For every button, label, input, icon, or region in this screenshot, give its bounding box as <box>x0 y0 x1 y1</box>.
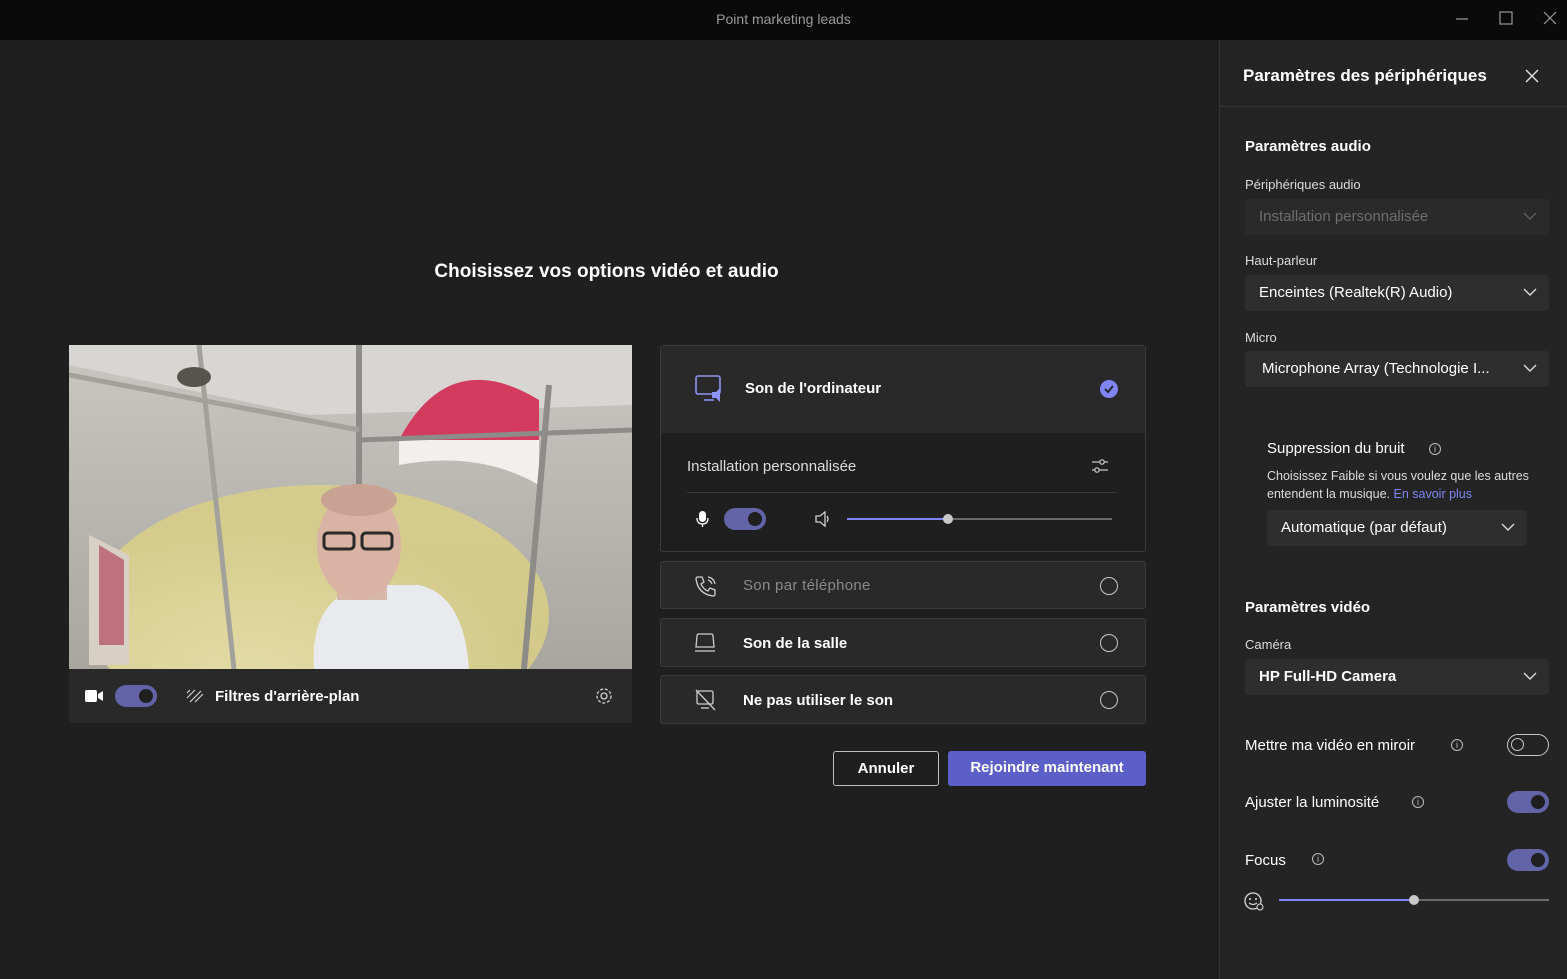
chevron-down-icon <box>1523 364 1537 372</box>
noise-suppression-title: Suppression du bruit <box>1267 440 1405 457</box>
speaker-icon <box>815 510 829 528</box>
video-preview <box>69 345 632 669</box>
maximize-button[interactable] <box>1494 8 1518 30</box>
microphone-icon <box>696 511 709 527</box>
window-title: Point marketing leads <box>716 11 851 27</box>
phone-audio-label: Son par téléphone <box>743 577 871 594</box>
audio-devices-select: Installation personnalisée <box>1245 199 1549 235</box>
video-section-title: Paramètres vidéo <box>1245 599 1371 616</box>
room-audio-label: Son de la salle <box>743 635 848 652</box>
learn-more-link[interactable]: En savoir plus <box>1394 487 1473 501</box>
mirror-toggle[interactable] <box>1507 734 1549 756</box>
speaker-volume-fill <box>847 518 948 520</box>
camera-toggle[interactable] <box>115 685 157 707</box>
device-settings-panel: Paramètres des périphériques Paramètres … <box>1219 40 1567 979</box>
speaker-label: Haut-parleur <box>1245 253 1318 268</box>
info-icon[interactable]: i <box>1312 853 1324 865</box>
microphone-toggle[interactable] <box>724 508 766 530</box>
prejoin-area: Choisissez vos options vidéo et audio Fi… <box>0 40 1219 979</box>
custom-setup-label: Installation personnalisée <box>687 458 857 475</box>
close-panel-icon[interactable] <box>1524 68 1540 84</box>
no-audio-radio[interactable] <box>1100 691 1118 709</box>
focus-level-fill <box>1279 899 1414 901</box>
background-filters-icon <box>186 689 204 703</box>
soft-focus-icon <box>1244 892 1264 911</box>
brightness-toggle[interactable] <box>1507 791 1549 813</box>
settings-sliders-icon[interactable] <box>1091 457 1109 475</box>
title-bar: Point marketing leads <box>0 0 1567 40</box>
audio-devices-label: Périphériques audio <box>1245 177 1361 192</box>
chevron-down-icon <box>1523 212 1537 220</box>
room-device-icon <box>695 633 715 652</box>
panel-divider <box>1220 106 1567 107</box>
camera-icon <box>85 690 103 702</box>
brightness-label: Ajuster la luminosité <box>1245 794 1380 811</box>
camera-label: Caméra <box>1245 637 1292 652</box>
speaker-volume-slider[interactable] <box>942 514 953 524</box>
info-icon[interactable]: i <box>1451 739 1463 751</box>
no-audio-option[interactable]: Ne pas utiliser le son <box>660 675 1146 724</box>
divider <box>687 492 1117 493</box>
chevron-down-icon <box>1523 672 1537 680</box>
video-controls-bar: Filtres d'arrière-plan <box>69 669 632 723</box>
focus-label: Focus <box>1245 852 1286 869</box>
no-audio-icon <box>695 689 716 711</box>
phone-audio-option[interactable]: Son par téléphone <box>660 561 1146 609</box>
room-audio-radio[interactable] <box>1100 634 1118 652</box>
check-icon <box>1100 380 1118 398</box>
audio-section-title: Paramètres audio <box>1245 138 1371 155</box>
chevron-down-icon <box>1523 288 1537 296</box>
room-audio-option[interactable]: Son de la salle <box>660 618 1146 667</box>
maximize-icon <box>1499 11 1513 25</box>
mirror-label: Mettre ma vidéo en miroir <box>1245 737 1416 754</box>
minimize-icon <box>1456 18 1468 20</box>
info-icon[interactable]: i <box>1412 796 1424 808</box>
mic-label: Micro <box>1245 330 1277 345</box>
noise-suppression-description: Choisissez Faible si vous voulez que les… <box>1267 469 1529 501</box>
computer-audio-icon <box>695 375 721 402</box>
mic-select[interactable]: Microphone Array (Technologie I... <box>1245 351 1549 387</box>
info-icon[interactable]: i <box>1429 443 1441 455</box>
phone-icon <box>695 576 716 597</box>
join-now-button[interactable]: Rejoindre maintenant <box>948 751 1146 786</box>
focus-level-slider[interactable] <box>1409 895 1419 905</box>
panel-title: Paramètres des périphériques <box>1243 66 1487 85</box>
background-filters-button[interactable]: Filtres d'arrière-plan <box>215 688 359 705</box>
noise-suppression-select[interactable]: Automatique (par défaut) <box>1267 510 1527 546</box>
cancel-button[interactable]: Annuler <box>833 751 939 786</box>
camera-select[interactable]: HP Full-HD Camera <box>1245 659 1549 695</box>
phone-audio-radio[interactable] <box>1100 577 1118 595</box>
gear-icon[interactable] <box>595 687 613 705</box>
close-window-button[interactable] <box>1538 8 1562 30</box>
close-icon <box>1543 11 1557 25</box>
focus-toggle[interactable] <box>1507 849 1549 871</box>
minimize-button[interactable] <box>1450 8 1474 30</box>
computer-audio-label: Son de l'ordinateur <box>745 380 882 397</box>
speaker-select[interactable]: Enceintes (Realtek(R) Audio) <box>1245 275 1549 311</box>
no-audio-label: Ne pas utiliser le son <box>743 692 894 709</box>
chevron-down-icon <box>1501 523 1515 531</box>
computer-audio-option[interactable]: Son de l'ordinateur Installation personn… <box>660 345 1146 552</box>
page-title: Choisissez vos options vidéo et audio <box>434 261 779 282</box>
